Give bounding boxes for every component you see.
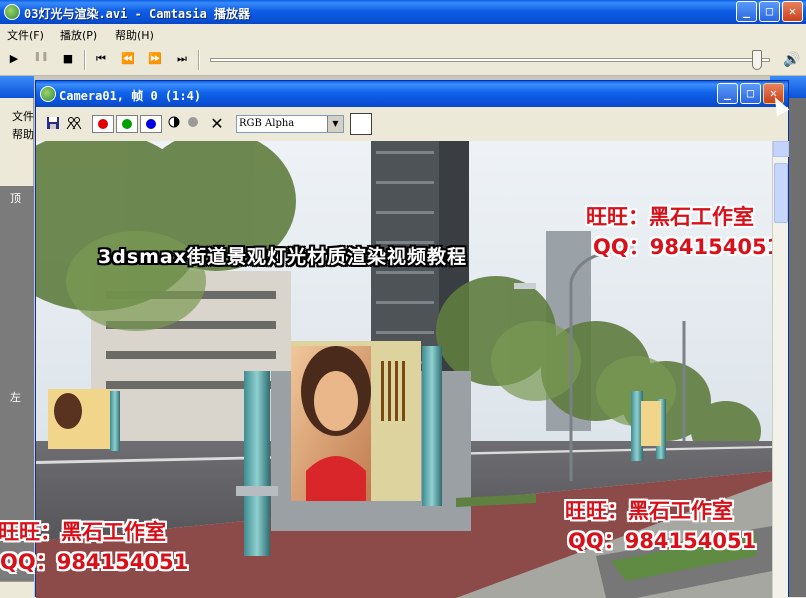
render-vertical-scrollbar[interactable] xyxy=(772,141,789,598)
camera-minimize-button[interactable]: _ xyxy=(717,83,738,104)
player-maximize-button[interactable]: □ xyxy=(759,1,780,22)
camtasia-player-window: 03灯光与渲染.avi - Camtasia 播放器 _ □ ✕ 文件(F) 播… xyxy=(0,0,806,598)
skip-to-start-button[interactable]: ⏮ xyxy=(91,52,111,68)
frame-buffer-toolbar: ✕ RGB Alpha ▼ xyxy=(36,107,788,141)
camtasia-app-icon xyxy=(4,4,20,20)
clone-icon[interactable] xyxy=(65,116,83,132)
watermark-top-right-line1: 旺旺：黑石工作室 xyxy=(586,205,754,229)
pause-button[interactable]: ❚❚ xyxy=(31,52,51,68)
mono-icon[interactable] xyxy=(165,116,183,132)
camera-window-title: Camera01, 帧 0 (1:4) xyxy=(59,89,202,103)
green-channel-icon[interactable] xyxy=(116,115,138,133)
menu-help[interactable]: 帮助(H) xyxy=(115,27,154,43)
player-close-button[interactable]: ✕ xyxy=(782,1,803,22)
max-top-viewport[interactable] xyxy=(0,186,34,376)
seek-bar[interactable] xyxy=(210,58,770,62)
player-title-bar[interactable]: 03灯光与渲染.avi - Camtasia 播放器 _ □ ✕ xyxy=(0,0,806,24)
player-minimize-button[interactable]: _ xyxy=(736,1,757,22)
control-separator xyxy=(198,50,200,70)
playback-control-bar: ▶ ❚❚ ■ ⏮ ⏪ ⏩ ⏭ 🔊 xyxy=(0,44,806,76)
alpha-icon[interactable] xyxy=(184,116,202,132)
left-viewport-label: 左 xyxy=(10,391,21,404)
save-icon[interactable] xyxy=(44,116,62,132)
menu-file[interactable]: 文件(F) xyxy=(7,27,44,43)
skip-to-end-button[interactable]: ⏭ xyxy=(172,52,192,68)
player-title: 03灯光与渲染.avi - Camtasia 播放器 xyxy=(24,7,251,21)
clear-icon[interactable]: ✕ xyxy=(208,116,226,132)
volume-icon[interactable]: 🔊 xyxy=(783,52,800,68)
render-headline: 3dsmax街道景观灯光材质渲染视频教程 xyxy=(98,246,468,268)
play-button[interactable]: ▶ xyxy=(4,52,24,68)
fast-forward-button[interactable]: ⏩ xyxy=(145,52,165,68)
stop-button[interactable]: ■ xyxy=(58,52,78,68)
camera-maximize-button[interactable]: □ xyxy=(740,83,761,104)
watermark-top-right-line2: QQ：984154051 xyxy=(593,235,772,259)
camera-window-title-bar[interactable]: Camera01, 帧 0 (1:4) _ □ ✕ xyxy=(36,81,788,107)
menu-play[interactable]: 播放(P) xyxy=(60,27,97,43)
scroll-thumb[interactable] xyxy=(774,163,788,223)
display-channel-value: RGB Alpha xyxy=(239,118,295,129)
watermark-bottom-right-line1: 旺旺：黑石工作室 xyxy=(565,499,733,523)
max-app-icon xyxy=(40,86,56,102)
seek-thumb[interactable] xyxy=(752,50,762,70)
red-channel-icon[interactable] xyxy=(92,115,114,133)
top-viewport-label: 顶 xyxy=(10,192,21,205)
color-swatch-box[interactable] xyxy=(350,113,372,135)
watermark-bottom-right-line2: QQ：984154051 xyxy=(568,529,757,553)
watermark-bottom-left-line1: 旺旺：黑石工作室 xyxy=(0,520,166,544)
watermark-bottom-left-line2: QQ：984154051 xyxy=(0,550,189,574)
max-title-strip xyxy=(0,76,34,98)
control-separator xyxy=(84,50,86,70)
player-menu-bar: 文件(F) 播放(P) 帮助(H) xyxy=(0,24,806,44)
max-menu-file[interactable]: 文件 xyxy=(12,108,34,124)
max-bottom-scroll[interactable] xyxy=(0,581,34,597)
max-menu-help[interactable]: 帮助 xyxy=(12,126,34,142)
blue-channel-icon[interactable] xyxy=(140,115,162,133)
display-channel-select[interactable]: RGB Alpha ▼ xyxy=(236,115,344,133)
scroll-up-button[interactable] xyxy=(773,141,789,157)
rewind-button[interactable]: ⏪ xyxy=(118,52,138,68)
chevron-down-icon[interactable]: ▼ xyxy=(327,116,343,132)
